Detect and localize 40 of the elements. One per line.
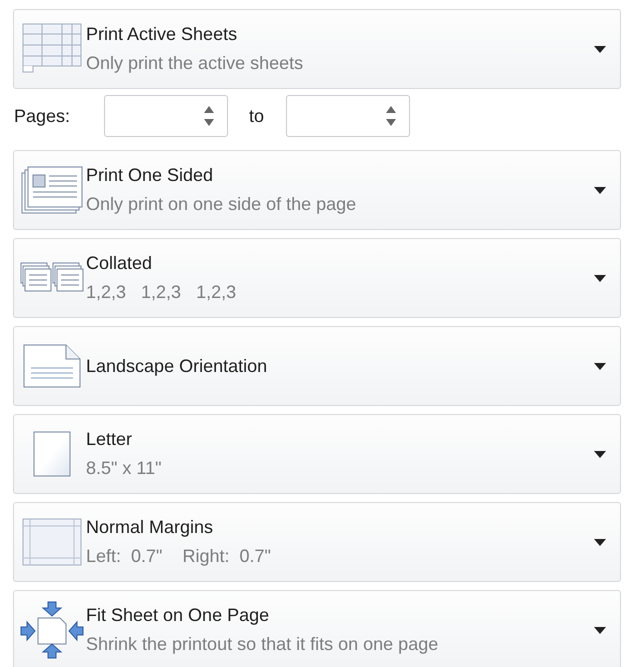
setting-description: 1,2,3 1,2,3 1,2,3 xyxy=(86,282,238,303)
setting-title: Landscape Orientation xyxy=(86,356,268,376)
print-setting-dropdown[interactable]: Normal Margins Left: 0.7" Right: 0.7" xyxy=(13,502,621,582)
dropdown-caret-icon xyxy=(594,46,606,52)
page-from-field[interactable] xyxy=(104,95,228,137)
spreadsheet-icon xyxy=(22,23,82,75)
print-setting-dropdown[interactable]: Print Active Sheets Only print the active sheets xyxy=(13,9,621,89)
pages-label: Pages: xyxy=(14,106,72,126)
setting-title: Print One Sided xyxy=(86,165,214,186)
to-label: to xyxy=(249,106,264,126)
page-icon xyxy=(33,431,71,477)
dropdown-caret-icon xyxy=(594,274,606,282)
dropdown-caret-icon xyxy=(594,538,606,546)
setting-description: 8.5" x 11" xyxy=(86,458,162,479)
document-icon xyxy=(23,344,81,388)
setting-title: Letter xyxy=(86,429,134,450)
dropdown-caret-icon xyxy=(594,362,606,370)
document-pages-icon xyxy=(21,165,83,215)
print-setting-dropdown[interactable]: Print One Sided Only print on one side of the page xyxy=(13,150,621,230)
setting-description: Shrink the printout so that it fits on one page xyxy=(86,634,440,655)
setting-title: Fit Sheet on One Page xyxy=(86,605,270,626)
setting-title: Collated xyxy=(86,253,154,274)
margins-icon xyxy=(22,518,82,566)
page-to-field[interactable] xyxy=(286,95,410,137)
fit-to-page-icon xyxy=(20,600,84,660)
setting-description: Only print the active sheets xyxy=(86,53,304,74)
spin-arrows-icon[interactable] xyxy=(203,104,215,128)
print-setting-dropdown[interactable]: Landscape Orientation xyxy=(13,326,621,406)
setting-title: Normal Margins xyxy=(86,517,214,538)
print-setting-dropdown[interactable]: Collated 1,2,3 1,2,3 1,2,3 xyxy=(13,238,621,318)
setting-description: Only print on one side of the page xyxy=(86,194,358,215)
setting-title: Print Active Sheets xyxy=(86,24,238,45)
print-setting-dropdown[interactable]: Letter 8.5" x 11" xyxy=(13,414,621,494)
dropdown-caret-icon xyxy=(594,450,606,458)
dropdown-caret-icon xyxy=(594,626,606,634)
spin-arrows-icon[interactable] xyxy=(385,104,398,128)
dropdown-caret-icon xyxy=(594,186,606,194)
print-setting-dropdown[interactable]: Fit Sheet on One Page Shrink the printout so that it fits on one page xyxy=(13,590,621,667)
setting-description: Left: 0.7" Right: 0.7" xyxy=(86,546,272,567)
stacked-pages-icon xyxy=(20,262,84,294)
